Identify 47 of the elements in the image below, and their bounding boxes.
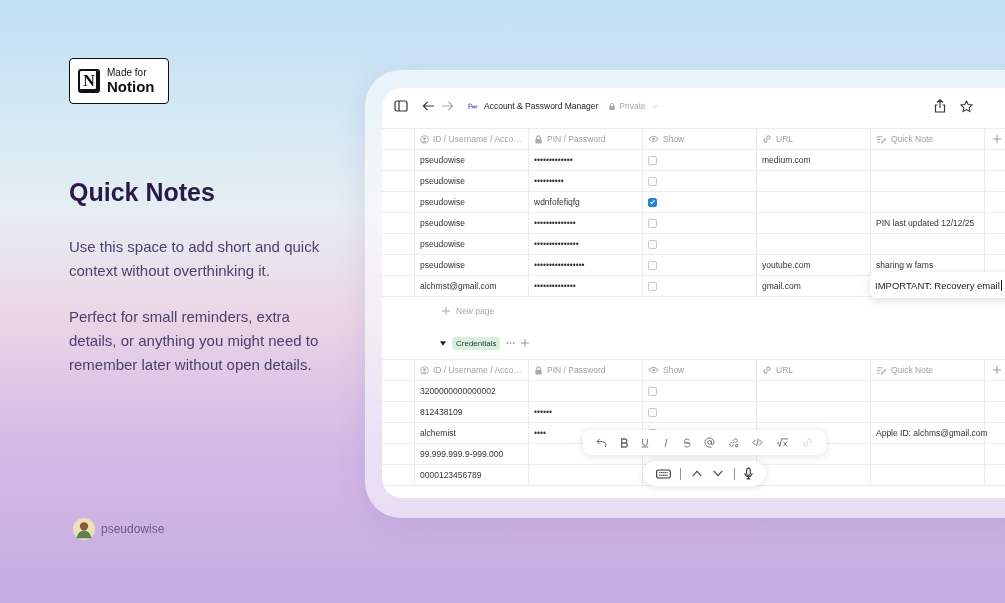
new-page-button[interactable]: New page	[382, 298, 1005, 324]
column-header[interactable]: Show	[642, 360, 756, 380]
table-cell: pseudowise	[414, 255, 528, 275]
column-header[interactable]: PIN / Password	[528, 129, 642, 149]
privacy-label[interactable]: Private	[619, 101, 646, 111]
table-cell: 3200000000000002	[414, 381, 528, 401]
column-header[interactable]: Quick Note	[870, 360, 984, 380]
column-header[interactable]: URL	[756, 129, 870, 149]
heading: Quick Notes	[69, 178, 216, 207]
table-cell: 99.999.999.9-999.000	[414, 444, 528, 464]
badge-caption: Made for	[107, 67, 148, 79]
column-header[interactable]: ID / Username / Acco…	[414, 129, 528, 149]
paragraph: Perfect for small reminders, extra details, or anything you might need to remember later without open details.	[69, 307, 320, 375]
table-cell: •••••••••••••••	[528, 234, 642, 254]
table-cell: sharing w fams	[876, 260, 934, 270]
column-header[interactable]: PIN / Password	[528, 360, 642, 380]
paragraph: Use this space to add short and quick context without overthinking it.	[69, 237, 321, 281]
page-title[interactable]: Account & Password Manager	[484, 101, 599, 111]
table-cell: ••••••••••••••	[528, 276, 642, 296]
table-cell: •••••••••••••	[528, 150, 642, 170]
table-cell: alchemist	[414, 423, 528, 443]
table-cell: youtube.com	[756, 255, 870, 275]
table-cell: alchmst@gmail.com	[414, 276, 528, 296]
table-cell: ••••••••••	[528, 171, 642, 191]
table-cell: 0000123456789	[414, 465, 528, 485]
table-cell: pseudowise	[414, 213, 528, 233]
table-cell: pseudowise	[414, 234, 528, 254]
author-name: pseudowise	[101, 522, 165, 536]
column-header[interactable]: Quick Note	[870, 129, 984, 149]
table-cell: 812438109	[414, 402, 528, 422]
note-editor-field[interactable]: IMPORTANT: Recovery email	[870, 272, 1005, 298]
table-cell: pseudowise	[414, 192, 528, 212]
badge-title: Notion	[107, 79, 155, 95]
table-cell: PIN last updated 12/12/25	[876, 218, 975, 228]
column-header[interactable]: ID / Username / Acco…	[414, 360, 528, 380]
table-cell: •••••••••••••••••	[528, 255, 642, 275]
notion-logo: N	[78, 69, 100, 93]
table-cell: wdnfofefiqfg	[528, 192, 642, 212]
table-cell: ••••••••••••••	[528, 213, 642, 233]
column-header[interactable]: URL	[756, 360, 870, 380]
group-tag[interactable]: Credentials	[452, 336, 501, 350]
table-cell: medium.com	[756, 150, 870, 170]
table-cell: ••••••	[528, 402, 642, 422]
column-header[interactable]: Show	[642, 129, 756, 149]
table-cell: pseudowise	[414, 171, 528, 191]
table-cell: pseudowise	[414, 150, 528, 170]
table-cell: Apple ID: alchms@gmail.com	[876, 428, 988, 438]
